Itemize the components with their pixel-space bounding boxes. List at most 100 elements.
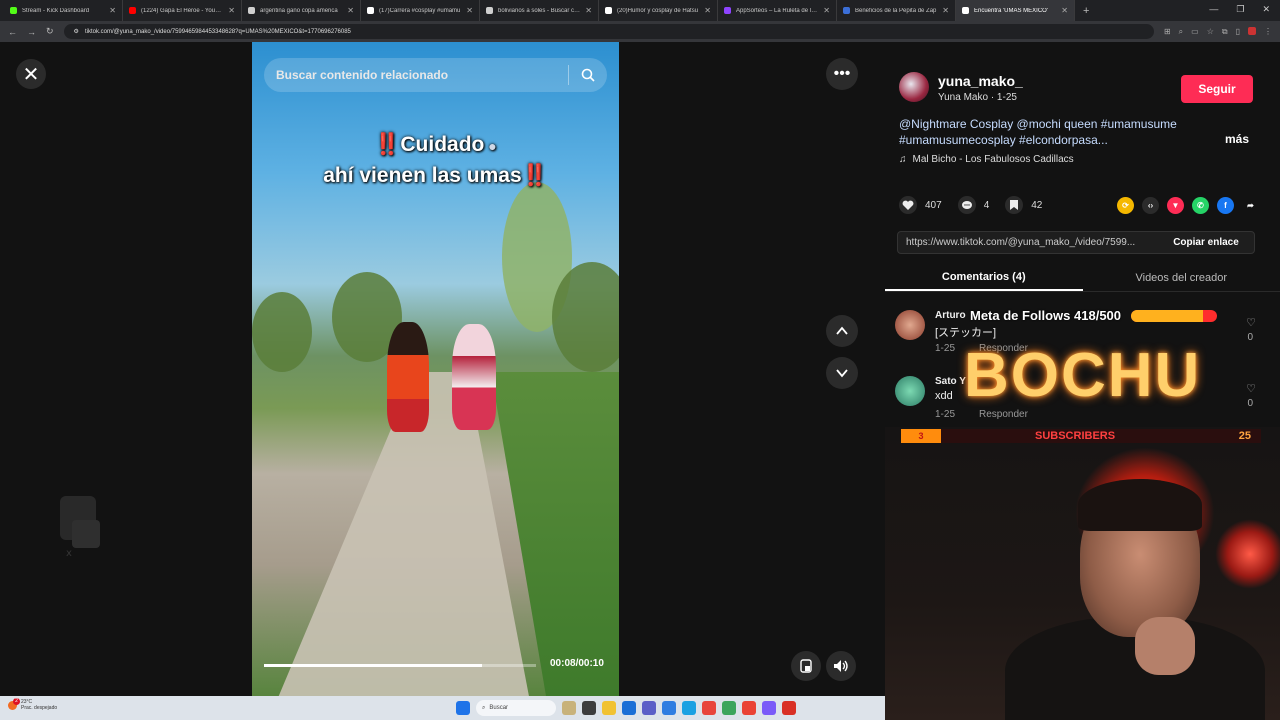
browser-tab[interactable]: AppSorteos – La Ruleta de la S ✕ [718, 0, 837, 21]
send-to-friends-icon[interactable]: ▼ [1167, 197, 1184, 214]
commenter-avatar[interactable] [895, 376, 925, 406]
weather-widget[interactable]: 2 23°C Prac. despejado [8, 697, 57, 711]
commenter-name[interactable]: Arturo [935, 310, 966, 321]
tab-close-icon[interactable]: ✕ [228, 6, 235, 15]
video-link-box: https://www.tiktok.com/@yuna_mako_/video… [897, 231, 1255, 254]
site-info-icon[interactable]: ⚙ [74, 28, 79, 35]
browser-tab[interactable]: (1224) Gapa El Héroe - YouTube ✕ [123, 0, 242, 21]
more-options-button[interactable]: ••• [826, 58, 858, 90]
tab-close-icon[interactable]: ✕ [704, 6, 711, 15]
windows-start-icon[interactable] [456, 701, 470, 715]
video-progress-bar[interactable] [264, 664, 536, 667]
tab-favicon-icon [248, 7, 255, 14]
app-icon[interactable] [702, 701, 716, 715]
copy-link-button[interactable]: Copiar enlace [1158, 237, 1254, 248]
tab-close-icon[interactable]: ✕ [347, 6, 354, 15]
app-icon[interactable] [762, 701, 776, 715]
comment-like-heart-icon[interactable]: ♡ [1246, 382, 1256, 395]
follow-button[interactable]: Seguir [1181, 75, 1253, 103]
translate-icon[interactable]: ⊞ [1164, 27, 1171, 37]
tab-close-icon[interactable]: ✕ [823, 6, 830, 15]
author-avatar[interactable] [899, 72, 929, 102]
edge-icon[interactable] [682, 701, 696, 715]
more-description-link[interactable]: más [1225, 132, 1249, 146]
repost-icon[interactable]: ⟳ [1117, 197, 1134, 214]
follow-goal-fill [1131, 309, 1203, 322]
extensions-icon[interactable]: ⧉ [1222, 27, 1228, 37]
taskbar-search-icon: ⌕ [482, 704, 486, 711]
app-icon[interactable] [622, 701, 636, 715]
taskbar-search[interactable]: ⌕ Buscar [476, 700, 556, 716]
close-video-button[interactable]: ✕ [16, 59, 46, 89]
new-tab-button[interactable]: + [1083, 5, 1089, 17]
app-icon[interactable] [662, 701, 676, 715]
comment-stat[interactable]: 4 [957, 196, 990, 214]
task-view-icon[interactable] [582, 701, 596, 715]
comment-count: 4 [983, 199, 990, 211]
author-username[interactable]: yuna_mako_ [938, 73, 1023, 89]
browser-tab[interactable]: argentina gano copa america ✕ [242, 0, 361, 21]
menu-icon[interactable]: ⋮ [1264, 27, 1272, 37]
browser-tab[interactable]: Stream - Kick Dashboard ✕ [4, 0, 123, 21]
app-icon[interactable] [722, 701, 736, 715]
tab-close-icon[interactable]: ✕ [109, 6, 116, 15]
share-arrow-icon[interactable]: ➦ [1242, 197, 1259, 214]
chevron-down-icon [836, 369, 848, 378]
app-icon[interactable] [642, 701, 656, 715]
back-icon[interactable]: ← [8, 27, 17, 37]
volume-button[interactable] [826, 651, 856, 681]
url-field[interactable]: ⚙ tiktok.com/@yuna_mako_/video/759946598… [63, 24, 1154, 39]
tab-close-icon[interactable]: ✕ [1061, 6, 1068, 15]
zoom-icon[interactable]: ⌕ [1179, 27, 1183, 37]
browser-tab[interactable]: (20)Humor y cosplay de Hatsu ✕ [599, 0, 718, 21]
music-track[interactable]: ♫ Mal Bicho - Los Fabulosos Cadillacs [899, 154, 1074, 165]
video-progress-fill [264, 664, 482, 667]
chrome-icon[interactable] [742, 701, 756, 715]
close-window-icon[interactable]: ✕ [1262, 4, 1270, 15]
related-search-placeholder: Buscar contenido relacionado [276, 68, 449, 82]
next-video-button[interactable] [826, 357, 858, 389]
browser-tab[interactable]: (17)Carrera #cosplay #umamu ✕ [361, 0, 480, 21]
like-stat[interactable]: 407 [899, 196, 942, 214]
mini-player-icon [800, 659, 812, 673]
search-icon[interactable] [581, 68, 595, 82]
app-icon[interactable] [782, 701, 796, 715]
maximize-icon[interactable]: ❐ [1236, 4, 1244, 15]
save-stat[interactable]: 42 [1005, 196, 1042, 214]
browser-tab[interactable]: Encuentra 'UMAS MEXICO' ✕ [956, 0, 1075, 21]
video-timecode: 00:08/00:10 [550, 658, 604, 669]
widgets-icon[interactable] [562, 701, 576, 715]
follow-goal-overlay: Meta de Follows 418/500 [970, 308, 1218, 323]
tab-favicon-icon [129, 7, 136, 14]
video-player[interactable]: Buscar contenido relacionado ‼️Cuidado ●… [252, 42, 619, 696]
browser-tab[interactable]: bolivianos a soles - Buscar con ✕ [480, 0, 599, 21]
tab-close-icon[interactable]: ✕ [942, 6, 949, 15]
profile-extension-icon[interactable] [1248, 26, 1256, 35]
heart-icon [902, 200, 914, 210]
tab-close-icon[interactable]: ✕ [466, 6, 473, 15]
previous-video-button[interactable] [826, 315, 858, 347]
cast-icon[interactable]: ▭ [1191, 27, 1199, 37]
file-explorer-icon[interactable] [602, 701, 616, 715]
embed-code-icon[interactable]: ‹› [1142, 197, 1159, 214]
whatsapp-icon[interactable]: ✆ [1192, 197, 1209, 214]
video-link-text[interactable]: https://www.tiktok.com/@yuna_mako_/video… [906, 237, 1158, 248]
browser-tab[interactable]: Beneficios de la Pepita de Zap ✕ [837, 0, 956, 21]
related-search-box[interactable]: Buscar contenido relacionado [264, 58, 607, 92]
forward-icon[interactable]: → [27, 27, 36, 37]
reload-icon[interactable]: ↻ [46, 26, 54, 37]
comment-like-heart-icon[interactable]: ♡ [1246, 316, 1256, 329]
commenter-avatar[interactable] [895, 310, 925, 340]
bookmark-star-icon[interactable]: ☆ [1207, 27, 1214, 37]
minimize-icon[interactable]: — [1209, 4, 1218, 15]
tab-close-icon[interactable]: ✕ [585, 6, 592, 15]
tab-comments[interactable]: Comentarios (4) [885, 264, 1083, 291]
sidebar-icon[interactable]: ▯ [1236, 27, 1240, 37]
tab-favicon-icon [605, 7, 612, 14]
follow-goal-text: Meta de Follows 418/500 [970, 308, 1122, 323]
commenter-name[interactable]: Sato Y [935, 376, 966, 387]
tab-label: (20)Humor y cosplay de Hatsu [617, 7, 699, 14]
facebook-icon[interactable]: f [1217, 197, 1234, 214]
mini-player-button[interactable] [791, 651, 821, 681]
tab-creator-videos[interactable]: Videos del creador [1083, 264, 1280, 291]
